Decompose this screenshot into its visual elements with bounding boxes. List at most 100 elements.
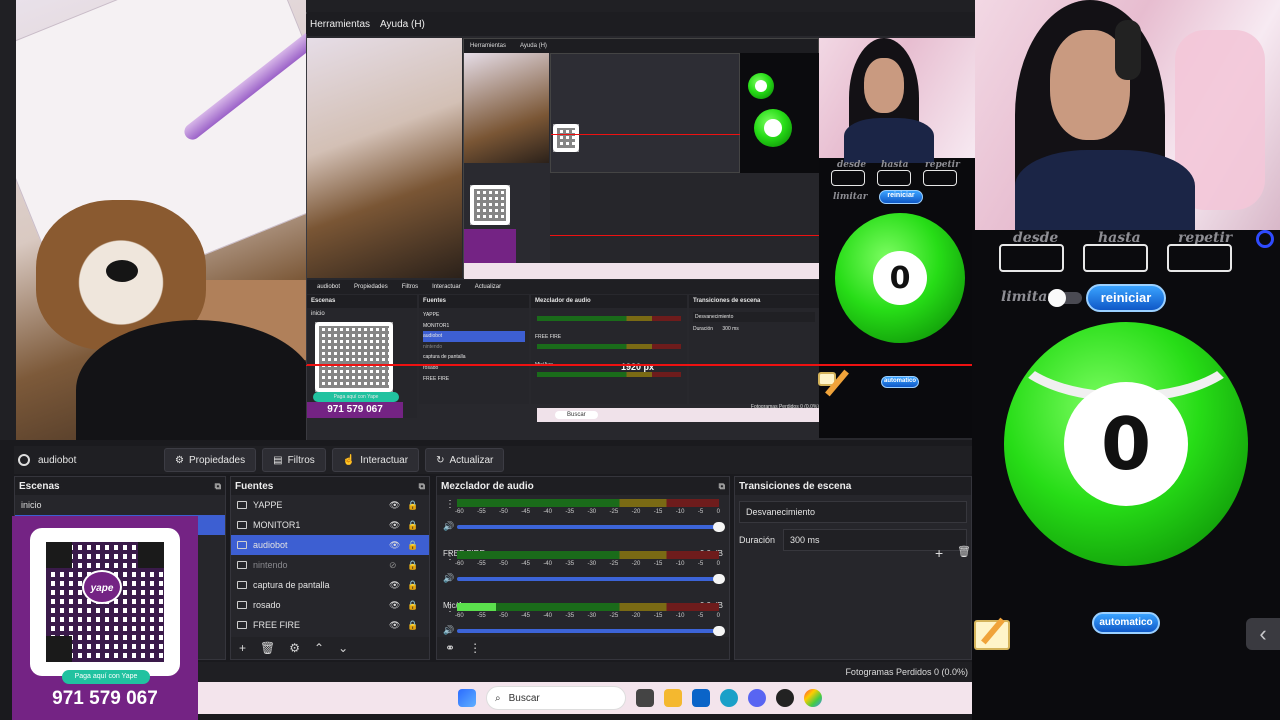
limit-toggle[interactable] bbox=[1048, 289, 1082, 307]
settings-ring-icon[interactable] bbox=[1256, 230, 1274, 248]
tick-label: -10 bbox=[675, 613, 685, 619]
lock-icon[interactable]: 🔒 bbox=[407, 520, 418, 531]
kebab-menu-icon[interactable]: ⋮ bbox=[469, 641, 481, 655]
discord-icon[interactable] bbox=[748, 689, 766, 707]
speaker-icon[interactable]: 🔊 bbox=[443, 521, 454, 532]
restart-button[interactable]: reiniciar bbox=[1086, 284, 1166, 312]
tick-label: -50 bbox=[499, 613, 508, 619]
gear-icon[interactable]: ⚙ bbox=[289, 641, 300, 655]
lock-icon[interactable]: 🔒 bbox=[407, 620, 418, 631]
lock-icon[interactable]: 🔒 bbox=[407, 600, 418, 611]
nested-dropped: Fotogramas Perdidos 0 (0.0%) bbox=[750, 404, 819, 410]
dock-float-icon[interactable]: ⧉ bbox=[215, 481, 221, 492]
source-row[interactable]: rosado 👁 🔒 bbox=[231, 595, 429, 615]
add-icon[interactable]: + bbox=[935, 545, 943, 561]
volume-slider[interactable] bbox=[457, 522, 725, 532]
pointer-icon: ☝ bbox=[342, 454, 356, 466]
lock-icon[interactable]: 🔒 bbox=[407, 540, 418, 551]
outer-menubar[interactable]: Herramientas Ayuda (H) bbox=[306, 14, 461, 34]
speaker-icon[interactable]: 🔊 bbox=[443, 573, 454, 584]
edge-icon[interactable] bbox=[720, 689, 738, 707]
mixer-channel: FREE FIRE0.0 dB⋮-60-55-50-45-40-35-30-25… bbox=[437, 547, 729, 599]
eye-icon[interactable]: 👁 bbox=[389, 500, 400, 511]
kebab-menu-icon[interactable]: ⋮ bbox=[445, 499, 455, 510]
properties-button[interactable]: ⚙ Propiedades bbox=[164, 448, 257, 472]
menu-help[interactable]: Ayuda (H) bbox=[380, 19, 425, 30]
notepad-icon[interactable] bbox=[974, 620, 1010, 650]
speaker-icon[interactable]: 🔊 bbox=[443, 625, 454, 636]
auto-button[interactable]: automatico bbox=[1092, 612, 1160, 634]
nested-trans-value: Desvanecimiento bbox=[693, 312, 815, 322]
dock-float-icon[interactable]: ⧉ bbox=[419, 481, 425, 492]
scene-item-inicio[interactable]: inicio bbox=[15, 495, 225, 515]
eye-icon[interactable]: 👁 bbox=[389, 620, 400, 631]
filters-button[interactable]: ▤ Filtros bbox=[262, 448, 326, 472]
transitions-title: Transiciones de escena bbox=[739, 480, 852, 492]
search-placeholder: Buscar bbox=[508, 692, 540, 704]
tick-label: -25 bbox=[609, 561, 619, 567]
chevron-down-icon[interactable]: ⌄ bbox=[338, 641, 348, 655]
nested2-sidebar bbox=[464, 163, 550, 279]
slider-handle[interactable] bbox=[713, 574, 725, 584]
chevron-left-icon[interactable]: ‹ bbox=[1246, 618, 1280, 650]
trash-icon[interactable]: 🗑 bbox=[957, 545, 971, 558]
link-icon[interactable]: ⚭ bbox=[445, 641, 455, 655]
outlook-icon[interactable] bbox=[692, 689, 710, 707]
volume-slider[interactable] bbox=[457, 574, 725, 584]
nested2-webcam bbox=[464, 53, 549, 163]
source-row[interactable]: audiobot 👁 🔒 bbox=[231, 535, 429, 555]
source-row[interactable]: YAPPE 👁 🔒 bbox=[231, 495, 429, 515]
slider-handle[interactable] bbox=[713, 626, 725, 636]
task-view-icon[interactable] bbox=[636, 689, 654, 707]
interact-button[interactable]: ☝ Interactuar bbox=[331, 448, 420, 472]
refresh-label: Actualizar bbox=[449, 454, 494, 466]
kebab-menu-icon[interactable]: ⋮ bbox=[445, 603, 455, 614]
lock-icon[interactable]: 🔒 bbox=[407, 500, 418, 511]
menu-tools[interactable]: Herramientas bbox=[310, 19, 370, 30]
dock-float-icon[interactable]: ⧉ bbox=[719, 481, 725, 492]
tick-label: -30 bbox=[587, 509, 597, 515]
trash-icon[interactable]: 🗑 bbox=[260, 641, 275, 655]
lock-icon[interactable]: 🔒 bbox=[407, 580, 418, 591]
file-explorer-icon[interactable] bbox=[664, 689, 682, 707]
nested-duration-value: 300 ms bbox=[722, 326, 739, 332]
nested-scenes-title: Escenas bbox=[307, 295, 417, 309]
nested-qr bbox=[315, 322, 393, 392]
audio-mixer-dock: Mezclador de audio ⧉ ⋮ -60 -55 -50 -45 -40 -35-… bbox=[436, 476, 730, 660]
source-row[interactable]: nintendo ⊘ 🔒 bbox=[231, 555, 429, 575]
chevron-up-icon[interactable]: ⌃ bbox=[314, 641, 324, 655]
source-row[interactable]: MONITOR1 👁 🔒 bbox=[231, 515, 429, 535]
source-row[interactable]: FREE FIRE 👁 🔒 bbox=[231, 615, 429, 635]
eye-icon[interactable]: 👁 bbox=[389, 520, 400, 531]
eye-icon[interactable]: 👁 bbox=[389, 600, 400, 611]
nested2-ball-panel bbox=[740, 53, 820, 173]
windows-start-icon[interactable] bbox=[458, 689, 476, 707]
slider-handle[interactable] bbox=[713, 522, 725, 532]
repeat-input[interactable] bbox=[1167, 244, 1232, 272]
lock-icon[interactable]: 🔒 bbox=[407, 560, 418, 571]
filter-icon: ▤ bbox=[273, 454, 283, 466]
bingo-ball-panel: desde hasta repetir limitar reiniciar 0 … bbox=[972, 230, 1280, 720]
source-name: audiobot bbox=[253, 540, 288, 550]
sources-dock: Fuentes ⧉ YAPPE 👁 🔒 MONITOR1 👁 🔒 audiobot 👁 🔒 n… bbox=[230, 476, 430, 660]
chrome-icon[interactable] bbox=[804, 689, 822, 707]
to-input[interactable] bbox=[1083, 244, 1148, 272]
kebab-menu-icon[interactable]: ⋮ bbox=[445, 551, 455, 562]
obs-icon[interactable] bbox=[776, 689, 794, 707]
windows-taskbar: ⌕ Buscar bbox=[196, 682, 972, 714]
nested-obs-capture: Herramientas Ayuda (H) Herramientas Ayud… bbox=[306, 12, 975, 440]
nested-to-box bbox=[877, 170, 911, 186]
nested2-obs bbox=[550, 53, 741, 173]
eye-icon[interactable]: 👁 bbox=[389, 580, 400, 591]
volume-meter bbox=[457, 499, 719, 507]
refresh-button[interactable]: ↻ Actualizar bbox=[425, 448, 505, 472]
nested-toolbar: audiobot Propiedades Filtros Interactuar… bbox=[307, 280, 819, 294]
eye-icon[interactable]: 👁 bbox=[389, 540, 400, 551]
source-row[interactable]: captura de pantalla 👁 🔒 bbox=[231, 575, 429, 595]
transition-select[interactable]: Desvanecimiento bbox=[739, 501, 967, 523]
from-input[interactable] bbox=[999, 244, 1064, 272]
volume-slider[interactable] bbox=[457, 626, 725, 636]
taskbar-search[interactable]: ⌕ Buscar bbox=[486, 686, 626, 710]
add-icon[interactable]: + bbox=[239, 641, 246, 655]
eye-hidden-icon[interactable]: ⊘ bbox=[389, 560, 397, 571]
